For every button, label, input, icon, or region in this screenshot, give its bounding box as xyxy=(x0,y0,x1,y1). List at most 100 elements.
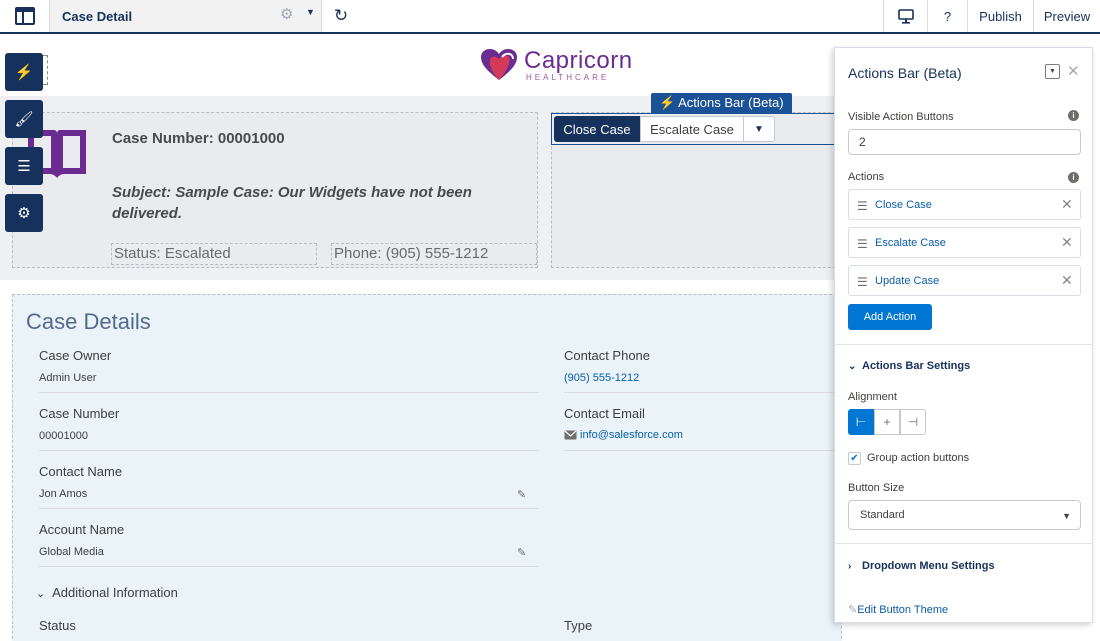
page-title: Case Detail xyxy=(62,8,133,24)
actions-bar-settings-label: Actions Bar Settings xyxy=(862,360,971,372)
pencil-icon: ✎ xyxy=(848,604,858,616)
publish-button[interactable]: Publish xyxy=(967,0,1033,32)
field-value-contact-email: info@salesforce.com xyxy=(580,429,683,441)
components-tool-button[interactable]: ⚡ xyxy=(5,53,43,91)
action-item-label: Close Case xyxy=(875,199,932,211)
chevron-down-icon[interactable]: ▼ xyxy=(306,7,315,17)
chevron-down-icon: ⌄ xyxy=(848,361,857,372)
actions-bar-settings-toggle[interactable]: ⌄ Actions Bar Settings xyxy=(848,360,970,372)
action-item[interactable]: ☰ Escalate Case ✕ xyxy=(848,227,1081,258)
button-size-select[interactable]: Standard ▼ xyxy=(848,500,1081,530)
refresh-button[interactable]: ↻ xyxy=(322,0,360,32)
field-label-contact-phone: Contact Phone xyxy=(564,348,651,363)
app-launcher-button[interactable] xyxy=(0,0,50,32)
actions-bar-tag: ⚡ Actions Bar (Beta) xyxy=(651,93,792,114)
device-preview-button[interactable] xyxy=(883,0,927,32)
field-label-type: Type xyxy=(564,618,593,633)
chevron-down-icon: ▼ xyxy=(1049,68,1056,75)
lightning-icon: ⚡ xyxy=(659,95,676,110)
list-tool-button[interactable]: ☰ xyxy=(5,147,43,185)
field-label-contact-email: Contact Email xyxy=(564,406,645,421)
align-left-button[interactable]: ⊢ xyxy=(848,409,874,435)
close-icon[interactable]: ✕ xyxy=(1067,62,1080,80)
chevron-down-icon: ⌄ xyxy=(36,588,46,600)
dropdown-menu-settings-label: Dropdown Menu Settings xyxy=(862,560,995,572)
preview-button[interactable]: Preview xyxy=(1033,0,1100,32)
info-icon[interactable]: i xyxy=(1068,172,1079,183)
settings-tool-button[interactable]: ⚙ xyxy=(5,194,43,232)
chevron-right-icon: › xyxy=(848,561,852,572)
field-divider xyxy=(39,508,539,509)
field-label-status: Status xyxy=(39,618,76,633)
additional-information-toggle[interactable]: ⌄ Additional Information xyxy=(36,585,178,600)
selection-marker xyxy=(43,55,48,85)
list-icon: ☰ xyxy=(17,158,31,175)
chevron-down-icon: ▼ xyxy=(754,123,764,135)
remove-icon[interactable]: ✕ xyxy=(1061,272,1073,289)
section-divider xyxy=(835,543,1092,544)
add-action-button[interactable]: Add Action xyxy=(848,304,932,330)
help-button[interactable]: ? xyxy=(927,0,967,32)
action-item[interactable]: ☰ Update Case ✕ xyxy=(848,265,1081,296)
info-icon[interactable]: i xyxy=(1068,110,1079,121)
panel-menu-button[interactable]: ▼ xyxy=(1045,64,1060,79)
dropdown-menu-settings-toggle[interactable]: › Dropdown Menu Settings xyxy=(848,560,995,572)
action-item-label: Escalate Case xyxy=(875,237,946,249)
drag-handle-icon[interactable]: ☰ xyxy=(857,275,868,289)
case-details-title: Case Details xyxy=(26,309,151,334)
brush-icon: 🖌 xyxy=(14,111,34,128)
actions-overflow-button[interactable]: ▼ xyxy=(743,116,775,142)
remove-icon[interactable]: ✕ xyxy=(1061,196,1073,213)
remove-icon[interactable]: ✕ xyxy=(1061,234,1073,251)
help-label: ? xyxy=(943,8,952,24)
gear-icon[interactable]: ⚙ xyxy=(280,5,293,23)
field-divider xyxy=(39,566,539,567)
additional-information-label: Additional Information xyxy=(52,585,178,600)
alignment-label: Alignment xyxy=(848,391,897,403)
contact-email-link[interactable]: info@salesforce.com xyxy=(564,429,683,441)
button-size-value: Standard xyxy=(860,509,905,521)
actions-label: Actions xyxy=(848,171,885,183)
align-left-icon: ⊢ xyxy=(855,415,867,429)
panel-title: Actions Bar (Beta) xyxy=(848,65,962,81)
publish-label: Publish xyxy=(979,8,1022,24)
theme-tool-button[interactable]: 🖌 xyxy=(5,100,43,138)
action-item[interactable]: ☰ Close Case ✕ xyxy=(848,189,1081,220)
drag-handle-icon[interactable]: ☰ xyxy=(857,237,868,251)
checkmark-icon: ✔ xyxy=(850,453,859,464)
preview-label: Preview xyxy=(1043,8,1091,24)
edit-pencil-icon[interactable]: ✎ xyxy=(517,546,526,559)
builder-toolbar: Case Detail ⚙ ▼ ↻ ? Publish Preview xyxy=(0,0,1100,34)
field-divider xyxy=(39,450,539,451)
escalate-case-button[interactable]: Escalate Case xyxy=(640,116,744,142)
edit-button-theme-link[interactable]: ✎Edit Button Theme xyxy=(848,603,948,616)
drag-handle-icon[interactable]: ☰ xyxy=(857,199,868,213)
field-divider xyxy=(564,450,834,451)
status-field: Status: Escalated xyxy=(111,243,317,265)
group-buttons-checkbox[interactable]: ✔ xyxy=(848,452,861,465)
edit-pencil-icon[interactable]: ✎ xyxy=(517,488,526,501)
logo-name: Capricorn xyxy=(524,46,633,74)
layout-icon xyxy=(14,7,35,25)
phone-field: Phone: (905) 555-1212 xyxy=(331,243,537,265)
align-center-icon: + xyxy=(883,415,891,429)
envelope-icon xyxy=(564,430,577,440)
builder-side-toolbar: ⚡ 🖌 ☰ ⚙ xyxy=(5,53,43,241)
refresh-icon: ↻ xyxy=(333,6,349,25)
visible-buttons-label: Visible Action Buttons xyxy=(848,111,954,123)
field-label-case-number: Case Number xyxy=(39,406,120,421)
close-case-button[interactable]: Close Case xyxy=(554,116,640,142)
actions-bar-tag-label: Actions Bar (Beta) xyxy=(678,95,784,110)
button-size-label: Button Size xyxy=(848,482,905,494)
field-value-contact-phone[interactable]: (905) 555-1212 xyxy=(564,372,639,384)
align-right-button[interactable]: ⊣ xyxy=(900,409,926,435)
logo-sub: HEALTHCARE xyxy=(526,72,610,82)
section-divider xyxy=(835,344,1092,345)
visible-buttons-input[interactable]: 2 xyxy=(848,129,1081,155)
field-label-case-owner: Case Owner xyxy=(39,348,112,363)
case-number-heading: Case Number: 00001000 xyxy=(112,130,285,147)
align-center-button[interactable]: + xyxy=(874,409,900,435)
align-right-icon: ⊣ xyxy=(907,415,919,429)
page-selector[interactable]: Case Detail ⚙ ▼ xyxy=(50,0,322,32)
case-subject: Subject: Sample Case: Our Widgets have n… xyxy=(112,184,472,222)
